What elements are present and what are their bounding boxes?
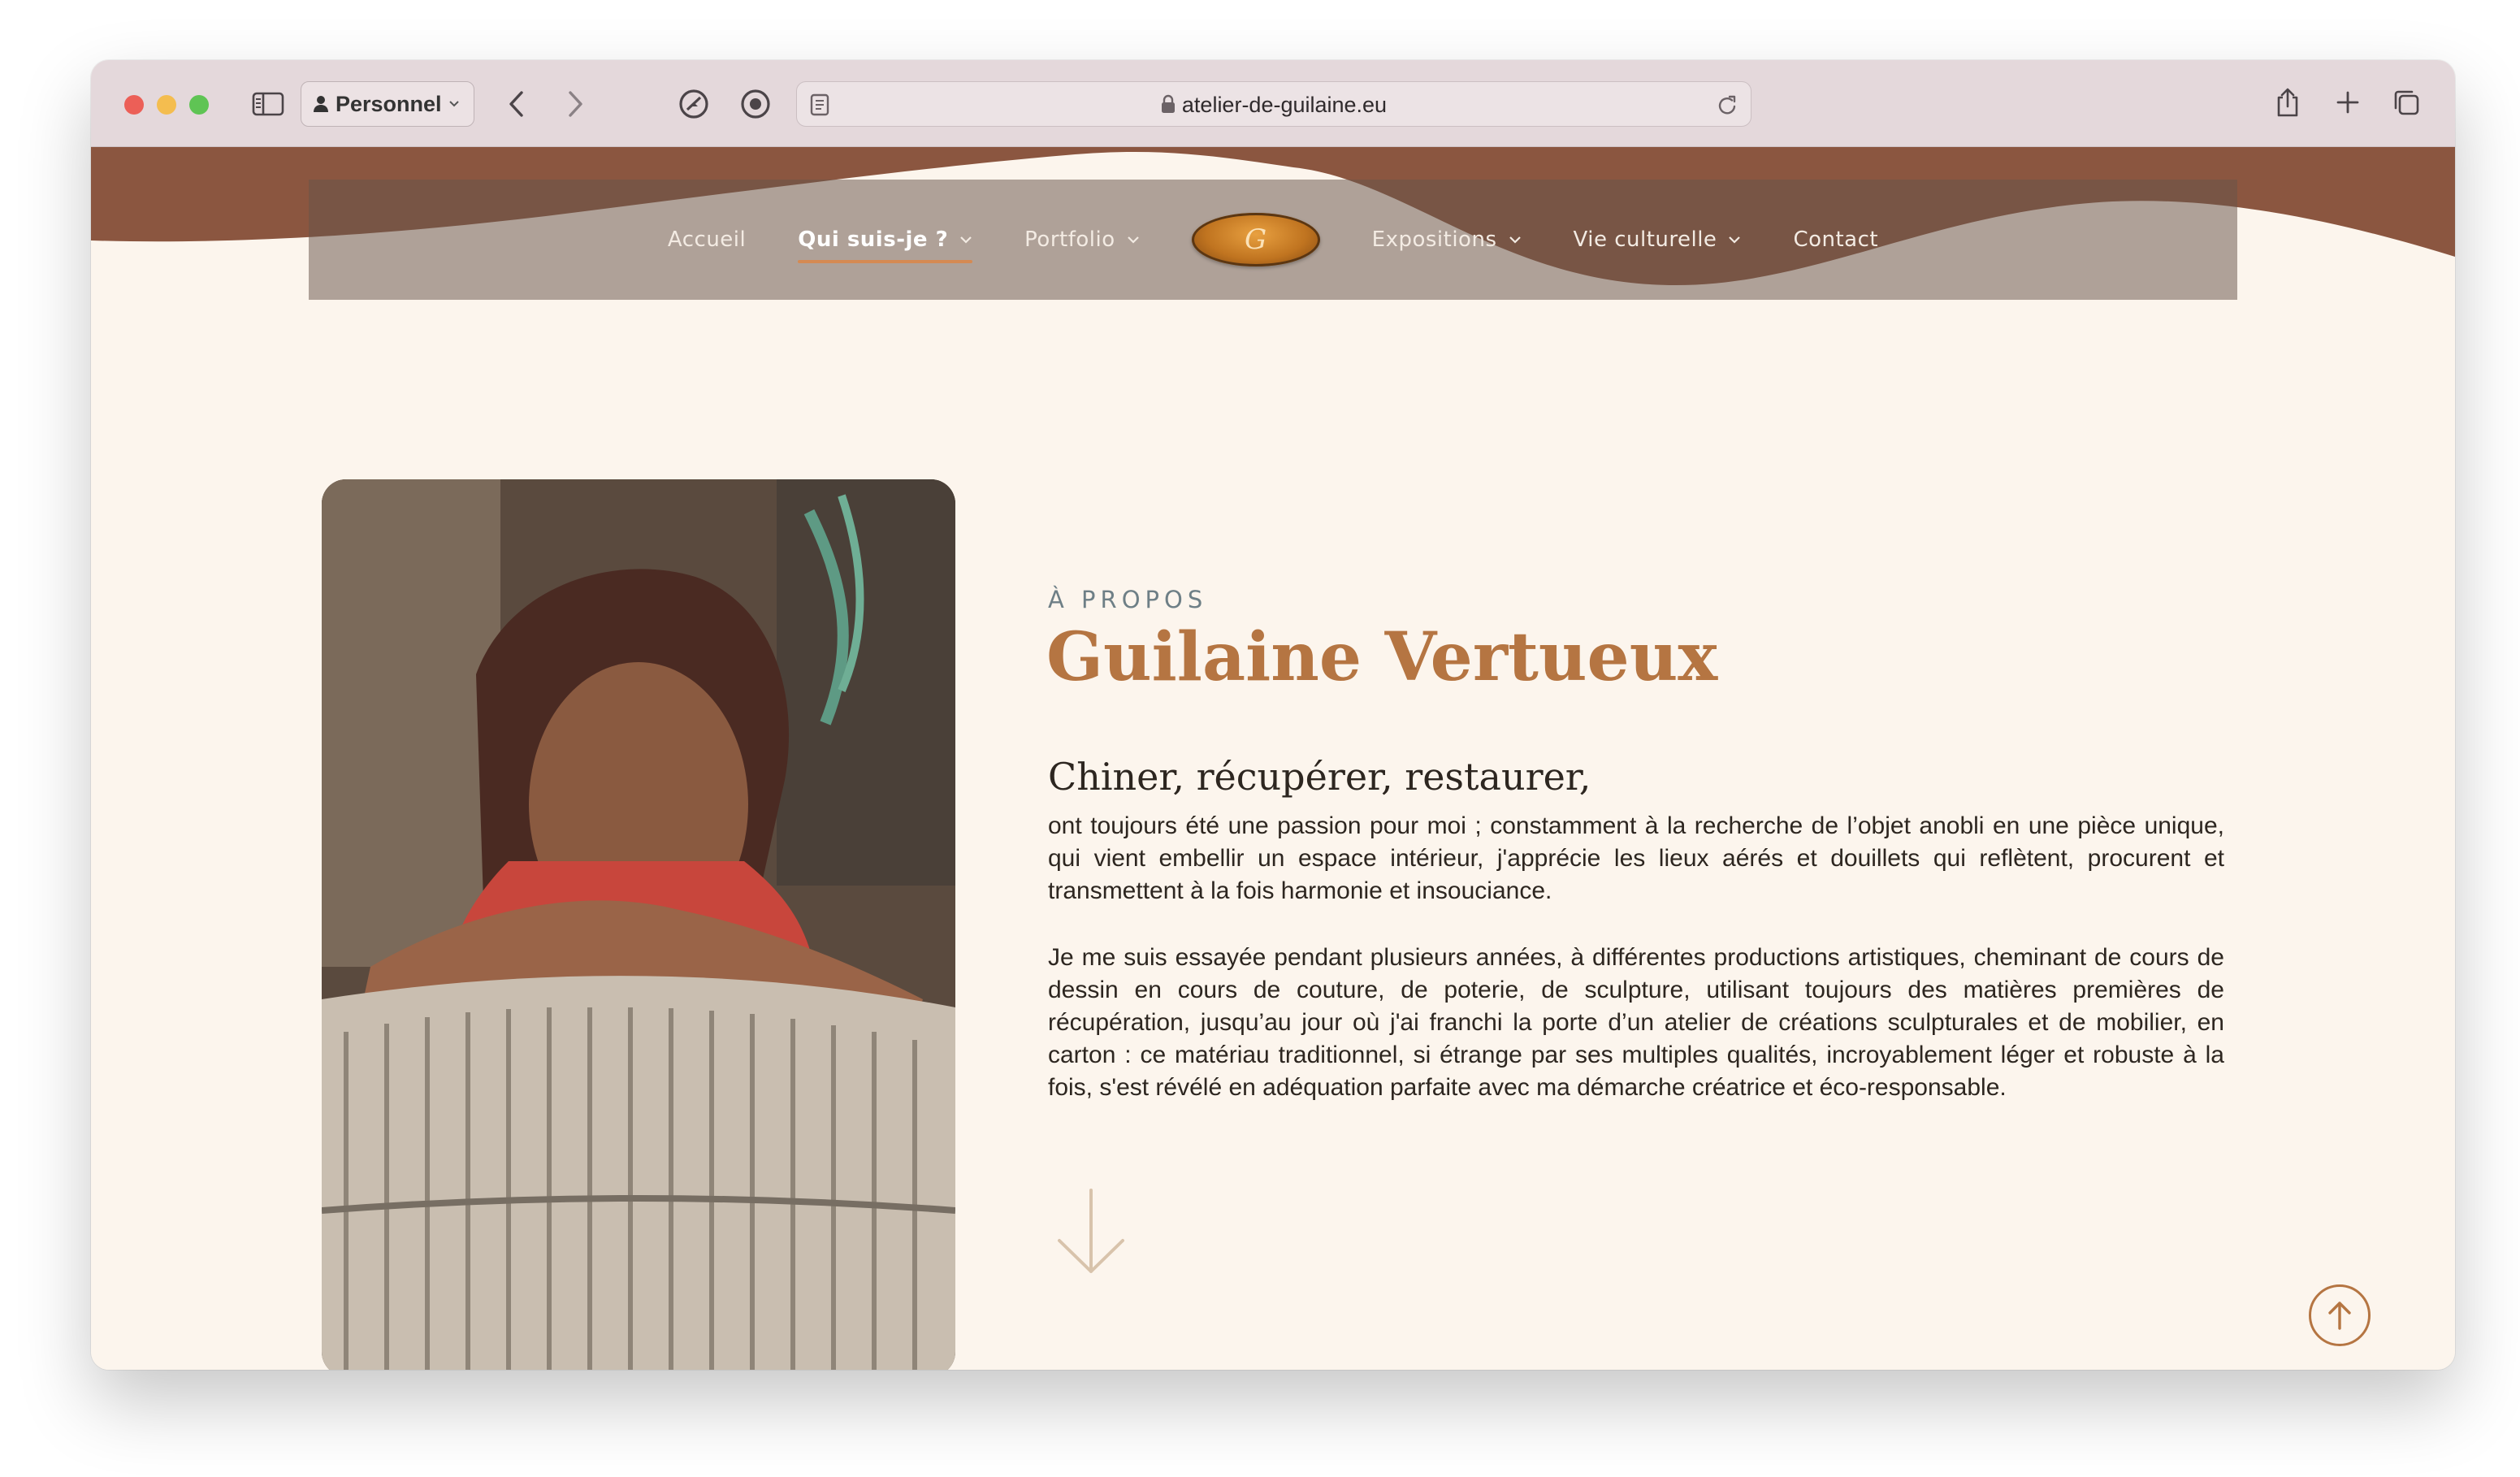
section-subtitle: Chiner, récupérer, restaurer,	[1048, 755, 1591, 799]
about-paragraph-1: ont toujours été une passion pour moi ; …	[1048, 812, 2224, 904]
new-tab-icon[interactable]	[2328, 83, 2367, 122]
scroll-to-top-button[interactable]	[2309, 1284, 2371, 1346]
chevron-down-icon	[960, 236, 972, 244]
url-display: atelier-de-guilaine.eu	[797, 93, 1751, 118]
chevron-down-icon	[1127, 236, 1139, 244]
url-text: atelier-de-guilaine.eu	[1181, 93, 1388, 117]
page-title: Guilaine Vertueux	[1046, 618, 1718, 696]
nav-item-expositions[interactable]: Expositions	[1372, 227, 1522, 252]
share-icon[interactable]	[2268, 83, 2307, 122]
fullscreen-window-button[interactable]	[189, 95, 209, 115]
profile-button[interactable]: Personnel	[301, 81, 474, 127]
forward-icon[interactable]	[556, 84, 595, 123]
lock-icon	[1161, 94, 1175, 113]
nav-item-label: Contact	[1793, 227, 1879, 252]
address-bar[interactable]: atelier-de-guilaine.eu	[796, 81, 1751, 127]
nav-item-contact[interactable]: Contact	[1793, 227, 1878, 252]
main-nav: Accueil Qui suis-je ? Portfolio G Exposi…	[91, 180, 2455, 300]
about-paragraph-2: Je me suis essayée pendant plusieurs ann…	[1048, 944, 2224, 1101]
back-icon[interactable]	[497, 84, 536, 123]
web-page: Accueil Qui suis-je ? Portfolio G Exposi…	[91, 147, 2455, 1370]
person-icon	[314, 96, 328, 112]
nav-item-label: Vie culturelle	[1573, 227, 1717, 252]
section-eyebrow: À PROPOS	[1048, 586, 1208, 613]
chevron-down-icon	[448, 101, 459, 107]
nav-item-vie-culturelle[interactable]: Vie culturelle	[1574, 227, 1742, 252]
site-logo[interactable]: G	[1191, 213, 1320, 266]
tab-overview-icon[interactable]	[2387, 83, 2426, 122]
profile-label: Personnel	[336, 91, 442, 116]
chevron-down-icon	[1509, 236, 1521, 244]
arrow-up-icon	[2328, 1302, 2351, 1330]
nav-item-label: Portfolio	[1024, 227, 1115, 252]
reload-icon[interactable]	[1717, 93, 1739, 121]
close-window-button[interactable]	[124, 95, 144, 115]
sidebar-toggle-icon[interactable]	[250, 88, 286, 120]
nav-item-qui-suis-je[interactable]: Qui suis-je ?	[798, 227, 973, 263]
minimize-window-button[interactable]	[157, 95, 176, 115]
nav-item-label: Expositions	[1371, 227, 1497, 252]
nav-item-label: Accueil	[667, 227, 747, 252]
browser-window: Personnel atelier-de-guilaine.eu Accueil…	[91, 60, 2455, 1370]
chevron-down-icon	[1729, 236, 1741, 244]
nav-item-accueil[interactable]: Accueil	[668, 227, 746, 252]
nav-item-portfolio[interactable]: Portfolio	[1024, 227, 1139, 252]
browser-toolbar: Personnel atelier-de-guilaine.eu	[91, 60, 2455, 147]
tracking-icon[interactable]	[738, 86, 773, 122]
nav-item-label: Qui suis-je ?	[798, 227, 949, 252]
scroll-down-icon[interactable]	[1054, 1187, 1128, 1280]
portrait-photo	[322, 479, 955, 1370]
privacy-shield-icon[interactable]	[676, 86, 712, 122]
